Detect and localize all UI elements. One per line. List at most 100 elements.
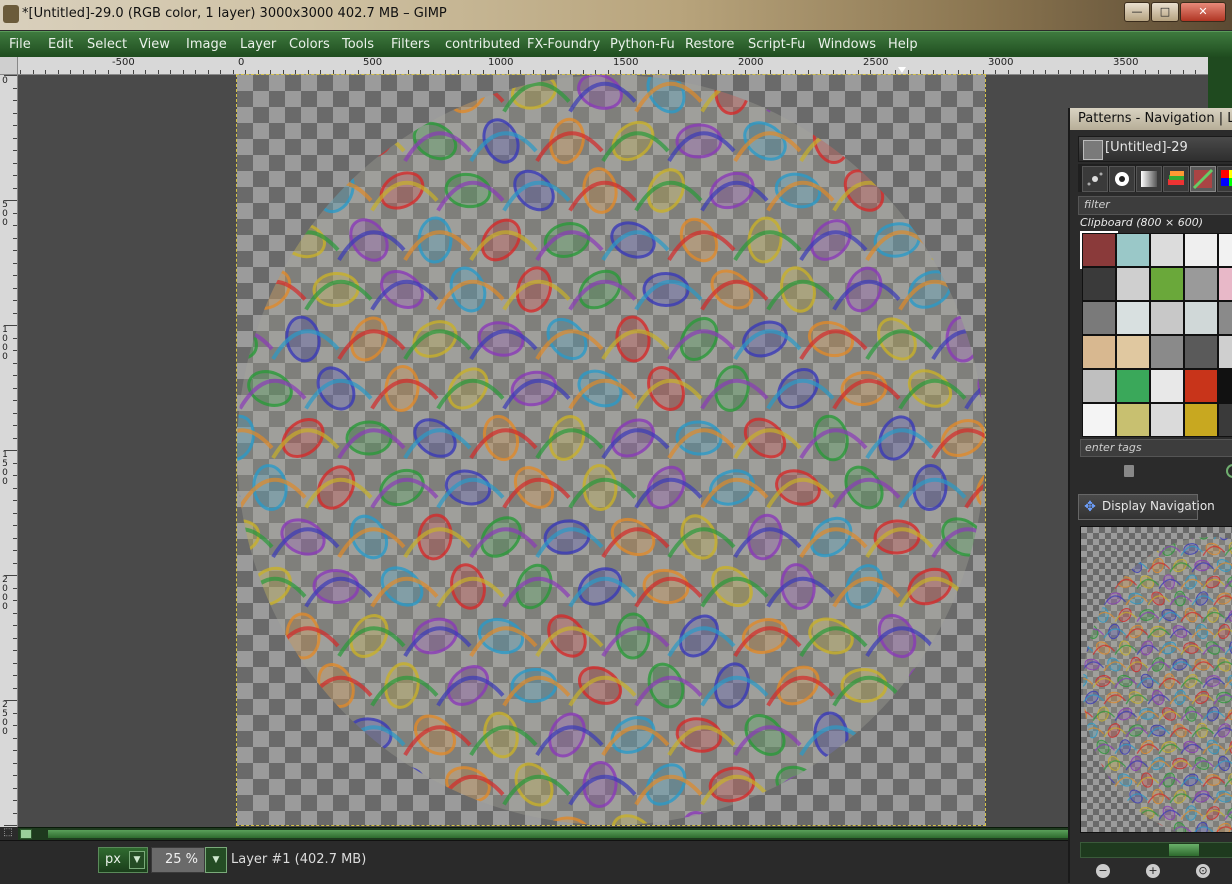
pattern-swatch[interactable] (1218, 369, 1232, 403)
pattern-swatch[interactable] (1184, 335, 1218, 369)
pattern-swatch[interactable] (1082, 267, 1116, 301)
chevron-down-icon[interactable]: ▼ (129, 851, 145, 869)
scroll-left-arrow[interactable] (20, 829, 32, 839)
menu-view[interactable]: View (139, 37, 170, 52)
pattern-swatch[interactable] (1082, 301, 1116, 335)
navigation-preview[interactable] (1080, 526, 1232, 833)
menu-edit[interactable]: Edit (48, 37, 73, 52)
pattern-swatch[interactable] (1184, 369, 1218, 403)
ruler-label: 500 (363, 57, 383, 68)
pattern-swatch[interactable] (1116, 403, 1150, 437)
pattern-swatch[interactable] (1218, 267, 1232, 301)
pattern-swatch[interactable] (1116, 233, 1150, 267)
zoom-fit-button[interactable]: ⊙ (1196, 864, 1210, 878)
ruler-tick (870, 70, 871, 74)
ruler-label: 2500 (863, 57, 889, 68)
pattern-swirl (1128, 823, 1144, 832)
pattern-filter-input[interactable]: filter (1078, 196, 1232, 215)
zoom-value: 25 % (164, 852, 198, 867)
image-canvas[interactable] (236, 74, 986, 826)
pattern-swatch[interactable] (1150, 335, 1184, 369)
pattern-swatch[interactable] (1116, 369, 1150, 403)
pattern-swatch[interactable] (1080, 231, 1118, 269)
pattern-swirl (1147, 537, 1171, 540)
unit-select[interactable]: px ▼ (98, 847, 148, 873)
zoom-slider[interactable] (1080, 842, 1232, 858)
menu-image[interactable]: Image (186, 37, 227, 52)
pattern-swatch[interactable] (1116, 301, 1150, 335)
pattern-swatch[interactable] (1150, 233, 1184, 267)
tab-layers-icon[interactable] (1163, 166, 1189, 192)
pattern-swatch[interactable] (1184, 403, 1218, 437)
menu-contributed[interactable]: contributed (445, 37, 520, 52)
image-selector[interactable]: [Untitled]-29 (1078, 136, 1232, 162)
vertical-ruler[interactable]: 0 500 1000 1500 2000 2500 (0, 75, 18, 827)
ruler-tick (708, 70, 709, 74)
menu-select[interactable]: Select (87, 37, 127, 52)
tab-brush-icon[interactable] (1109, 166, 1135, 192)
pattern-swatch[interactable] (1150, 301, 1184, 335)
pattern-swatch[interactable] (1082, 369, 1116, 403)
pattern-swatch[interactable] (1218, 403, 1232, 437)
ruler-tick (13, 250, 17, 251)
quick-mask-toggle[interactable]: ⬚ (0, 827, 16, 839)
ruler-tick (945, 70, 946, 74)
menu-layer[interactable]: Layer (240, 37, 276, 52)
ruler-tick (13, 113, 17, 114)
menu-restore[interactable]: Restore (685, 37, 734, 52)
pattern-swatch[interactable] (1150, 267, 1184, 301)
zoom-dropdown-button[interactable]: ▼ (205, 847, 227, 873)
menu-script-fu[interactable]: Script-Fu (748, 37, 805, 52)
delete-pattern-icon[interactable] (1124, 465, 1134, 477)
ruler-tick (13, 388, 17, 389)
pattern-swatch[interactable] (1082, 335, 1116, 369)
tab-display-navigation[interactable]: ✥ Display Navigation (1078, 494, 1215, 520)
menu-windows[interactable]: Windows (818, 37, 876, 52)
refresh-icon[interactable] (1226, 464, 1232, 478)
menu-file[interactable]: File (9, 37, 31, 52)
zoom-out-button[interactable]: − (1096, 864, 1110, 878)
pattern-swatch[interactable] (1218, 335, 1232, 369)
maximize-button[interactable]: □ (1151, 2, 1179, 22)
pattern-swatch[interactable] (1218, 233, 1232, 267)
pattern-swatch[interactable] (1184, 301, 1218, 335)
horizontal-ruler[interactable]: -500 0 500 1000 1500 2000 2500 3000 3500 (18, 57, 1208, 75)
horizontal-scroll-thumb[interactable] (48, 830, 1068, 838)
zoom-slider-thumb[interactable] (1169, 844, 1199, 856)
tab-patterns-icon[interactable] (1190, 166, 1216, 192)
ruler-tick (1083, 70, 1084, 74)
dock-title-bar[interactable]: Patterns - Navigation | Layers (1070, 108, 1232, 130)
close-button[interactable]: ✕ (1180, 2, 1226, 22)
ruler-tick (108, 70, 109, 74)
pattern-swatch[interactable] (1184, 233, 1218, 267)
tags-input[interactable]: enter tags (1080, 439, 1232, 457)
pattern-swatch[interactable] (1150, 403, 1184, 437)
pattern-swatch[interactable] (1116, 267, 1150, 301)
tab-gradients-icon[interactable] (1136, 166, 1162, 192)
ruler-tick (883, 70, 884, 74)
zoom-in-button[interactable]: + (1146, 864, 1160, 878)
pattern-swirl (238, 774, 307, 806)
menu-fx-foundry[interactable]: FX-Foundry (527, 37, 600, 52)
pattern-swatch[interactable] (1184, 267, 1218, 301)
ruler-corner-button[interactable] (0, 57, 18, 75)
pattern-swatch[interactable] (1218, 301, 1232, 335)
ruler-tick (220, 70, 221, 74)
horizontal-scrollbar[interactable] (18, 827, 1068, 840)
pattern-swatch[interactable] (1082, 403, 1116, 437)
tab-palettes-icon[interactable] (1217, 166, 1232, 192)
pattern-swirl (975, 763, 985, 806)
menu-tools[interactable]: Tools (342, 37, 374, 52)
ruler-label: 2500 (2, 700, 8, 737)
menu-filters[interactable]: Filters (391, 37, 430, 52)
menu-help[interactable]: Help (888, 37, 918, 52)
menu-colors[interactable]: Colors (289, 37, 330, 52)
menu-python-fu[interactable]: Python-Fu (610, 37, 675, 52)
zoom-input[interactable]: 25 % (151, 847, 205, 873)
pattern-swirl (1095, 542, 1111, 556)
pattern-swatch[interactable] (1150, 369, 1184, 403)
pattern-swatch[interactable] (1116, 335, 1150, 369)
pattern-swirl (281, 715, 325, 755)
tab-brushes-icon[interactable] (1082, 166, 1108, 192)
minimize-button[interactable]: — (1124, 2, 1150, 22)
